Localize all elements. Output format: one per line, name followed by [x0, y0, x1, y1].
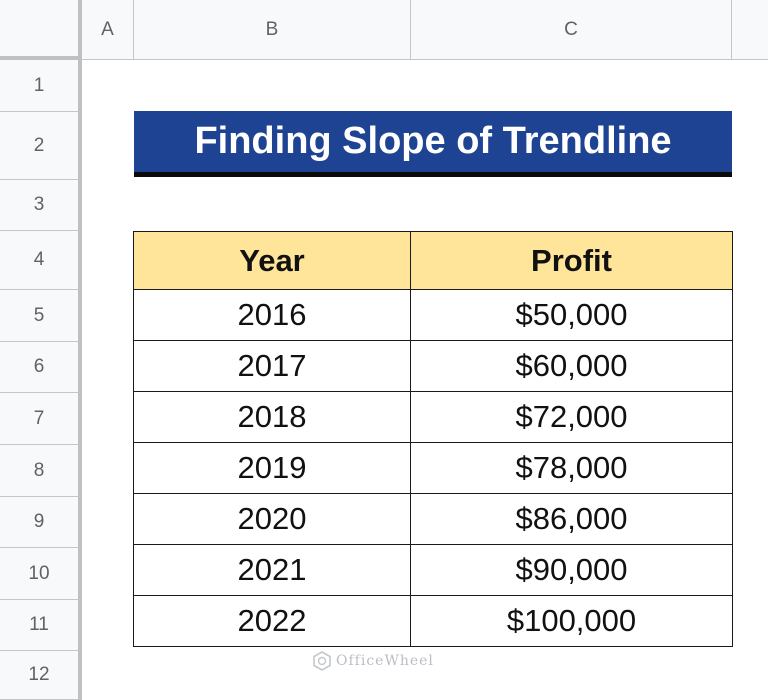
row-label: 2 — [33, 134, 45, 156]
row-header-12[interactable]: 12 — [0, 651, 82, 700]
year-cell[interactable]: 2016 — [133, 289, 411, 341]
table-row: 2019 $78,000 — [133, 442, 733, 494]
row-header-7[interactable]: 7 — [0, 393, 82, 445]
row-header-4[interactable]: 4 — [0, 231, 82, 290]
profit-cell[interactable]: $60,000 — [410, 340, 733, 392]
row-label: 3 — [33, 194, 45, 215]
row-header-11[interactable]: 11 — [0, 600, 82, 651]
column-header-b[interactable]: B — [134, 0, 411, 60]
header-year-cell[interactable]: Year — [133, 231, 411, 290]
table-header-row: Year Profit — [133, 231, 733, 290]
column-label: B — [265, 18, 279, 40]
year-cell[interactable]: 2019 — [133, 442, 411, 494]
row-header-9[interactable]: 9 — [0, 497, 82, 548]
profit-cell[interactable]: $90,000 — [410, 544, 733, 596]
row-label: 1 — [33, 74, 45, 96]
watermark-text: OfficeWheel — [336, 653, 434, 669]
table-row: 2016 $50,000 — [133, 289, 733, 341]
data-table: Year Profit 2016 $50,000 2017 $60,000 20… — [133, 231, 733, 647]
watermark: OfficeWheel — [312, 650, 434, 672]
officewheel-logo-icon — [313, 651, 331, 671]
row-header-6[interactable]: 6 — [0, 342, 82, 393]
sheet-title-cell[interactable]: Finding Slope of Trendline — [134, 111, 732, 177]
profit-cell[interactable]: $72,000 — [410, 391, 733, 443]
column-header-d[interactable] — [732, 0, 768, 60]
row-label: 9 — [33, 511, 45, 532]
table-row: 2022 $100,000 — [133, 595, 733, 647]
profit-cell[interactable]: $100,000 — [410, 595, 733, 647]
column-header-a[interactable]: A — [82, 0, 134, 60]
year-cell[interactable]: 2021 — [133, 544, 411, 596]
row-label: 6 — [33, 356, 45, 377]
sheet-title: Finding Slope of Trendline — [194, 120, 672, 162]
row-header-3[interactable]: 3 — [0, 180, 82, 231]
year-cell[interactable]: 2017 — [133, 340, 411, 392]
column-label: A — [101, 18, 114, 40]
year-cell[interactable]: 2020 — [133, 493, 411, 545]
row-label: 11 — [29, 614, 49, 635]
table-row: 2018 $72,000 — [133, 391, 733, 443]
row-header-10[interactable]: 10 — [0, 548, 82, 600]
header-profit-cell[interactable]: Profit — [410, 231, 733, 290]
row-header-2[interactable]: 2 — [0, 112, 82, 180]
row-label: 4 — [33, 249, 45, 270]
row-label: 7 — [33, 407, 45, 429]
table-row: 2017 $60,000 — [133, 340, 733, 392]
select-all-corner[interactable] — [0, 0, 82, 60]
profit-cell[interactable]: $86,000 — [410, 493, 733, 545]
row-label: 12 — [28, 664, 50, 685]
row-label: 5 — [33, 304, 45, 326]
row-header-8[interactable]: 8 — [0, 445, 82, 497]
profit-cell[interactable]: $50,000 — [410, 289, 733, 341]
year-cell[interactable]: 2022 — [133, 595, 411, 647]
table-row: 2020 $86,000 — [133, 493, 733, 545]
profit-cell[interactable]: $78,000 — [410, 442, 733, 494]
row-header-1[interactable]: 1 — [0, 60, 82, 112]
year-cell[interactable]: 2018 — [133, 391, 411, 443]
column-label: C — [564, 18, 578, 40]
row-label: 8 — [33, 459, 45, 481]
column-header-c[interactable]: C — [411, 0, 732, 60]
table-row: 2021 $90,000 — [133, 544, 733, 596]
row-label: 10 — [28, 562, 50, 584]
row-header-5[interactable]: 5 — [0, 290, 82, 342]
